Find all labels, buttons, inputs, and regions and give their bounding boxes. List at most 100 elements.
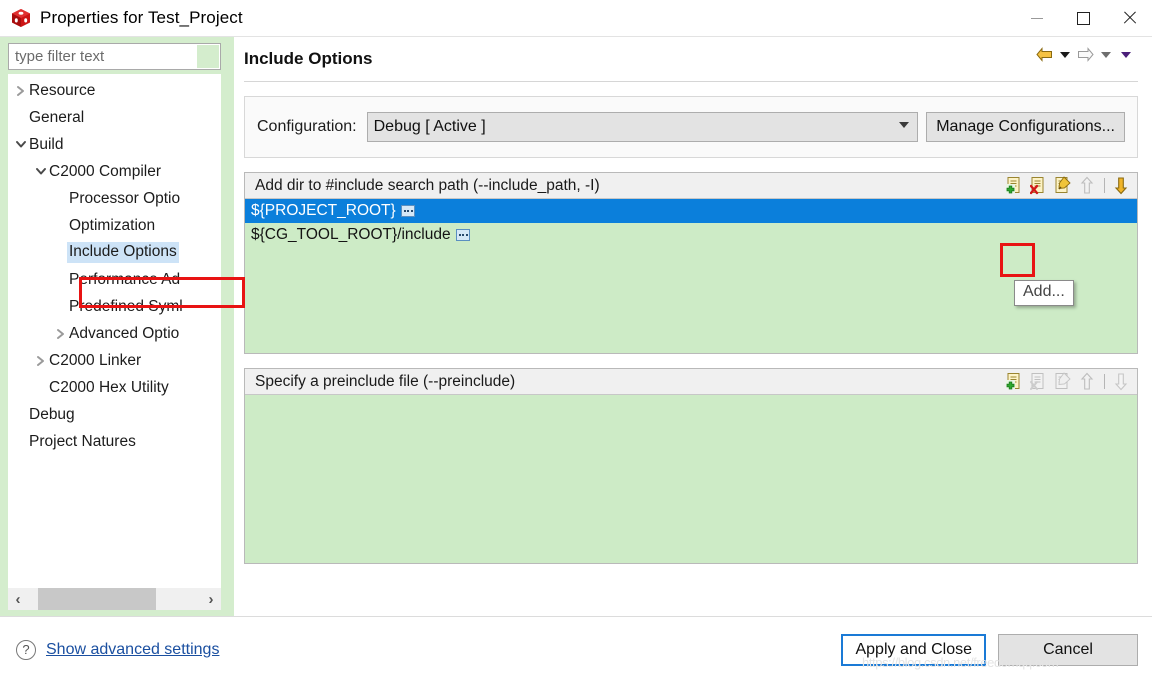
search-input[interactable] bbox=[15, 48, 180, 65]
configuration-value: Debug [ Active ] bbox=[373, 118, 486, 135]
add-button-tooltip: Add... bbox=[1014, 280, 1074, 306]
back-arrow-icon[interactable] bbox=[1036, 47, 1053, 62]
maximize-icon bbox=[1076, 11, 1090, 25]
edit-icon bbox=[1054, 372, 1073, 391]
move-down-icon[interactable] bbox=[1112, 176, 1131, 195]
list-item[interactable]: ${PROJECT_ROOT} bbox=[245, 199, 1137, 223]
window-controls bbox=[1014, 0, 1152, 36]
dialog-footer: ? Show advanced settings Apply and Close… bbox=[0, 616, 1152, 682]
sidebar-item-label: Advanced Optio bbox=[69, 324, 180, 342]
edit-icon[interactable] bbox=[1054, 176, 1073, 195]
sidebar-item-include-options[interactable]: Include Options bbox=[8, 239, 221, 266]
delete-icon bbox=[1030, 372, 1049, 391]
sidebar-item-label: Predefined Syml bbox=[69, 297, 183, 315]
chevron-right-icon bbox=[52, 328, 69, 340]
scrollbar-thumb[interactable] bbox=[38, 588, 156, 610]
view-menu-chevron-down-icon[interactable] bbox=[1121, 51, 1131, 58]
sidebar-item-label: Project Natures bbox=[29, 432, 136, 450]
add-icon[interactable] bbox=[1006, 372, 1025, 391]
page-title: Include Options bbox=[244, 49, 373, 68]
chevron-down-icon bbox=[899, 122, 910, 128]
add-icon[interactable] bbox=[1006, 176, 1025, 195]
sidebar-item-debug[interactable]: Debug bbox=[8, 401, 221, 428]
page-header: Include Options bbox=[244, 37, 1138, 81]
sidebar-item-label: Include Options bbox=[67, 242, 179, 263]
window-title: Properties for Test_Project bbox=[40, 8, 243, 27]
preinclude-header-label: Specify a preinclude file (--preinclude) bbox=[255, 372, 516, 390]
sidebar-item-performance-ad[interactable]: Performance Ad bbox=[8, 266, 221, 293]
include-path-list[interactable]: ${PROJECT_ROOT} ${CG_TOOL_ROOT}/include bbox=[245, 199, 1137, 353]
settings-tree[interactable]: Resource General Build C2000 Compiler Proces… bbox=[8, 74, 221, 588]
close-button[interactable] bbox=[1106, 0, 1152, 36]
scroll-right-button[interactable]: › bbox=[201, 588, 221, 610]
chevron-down-icon bbox=[12, 140, 29, 149]
title-bar: Properties for Test_Project bbox=[0, 0, 1152, 36]
sidebar-item-processor-optio[interactable]: Processor Optio bbox=[8, 185, 221, 212]
sidebar-item-label: General bbox=[29, 108, 85, 126]
list-item-label: ${PROJECT_ROOT} bbox=[251, 202, 396, 219]
red-cube-icon bbox=[10, 7, 32, 29]
include-path-header-label: Add dir to #include search path (--inclu… bbox=[255, 176, 600, 194]
sidebar-item-label: Performance Ad bbox=[69, 270, 181, 288]
move-up-icon bbox=[1078, 372, 1097, 391]
sidebar-item-label: Processor Optio bbox=[69, 189, 181, 207]
configuration-section: Configuration: Debug [ Active ] Manage C… bbox=[244, 96, 1138, 158]
list-item[interactable]: ${CG_TOOL_ROOT}/include bbox=[245, 223, 1137, 247]
sidebar-item-label: Build bbox=[29, 135, 64, 153]
forward-arrow-icon[interactable] bbox=[1077, 47, 1094, 62]
variable-icon bbox=[400, 205, 415, 217]
forward-history-chevron-down-icon[interactable] bbox=[1101, 51, 1111, 58]
sidebar-item-c2000-linker[interactable]: C2000 Linker bbox=[8, 347, 221, 374]
content-pane: Include Options Configuration: Debug [A… bbox=[234, 37, 1152, 616]
move-down-icon bbox=[1112, 372, 1131, 391]
chevron-down-icon bbox=[32, 167, 49, 176]
sidebar-item-c2000-compiler[interactable]: C2000 Compiler bbox=[8, 158, 221, 185]
sidebar-item-advanced-optio[interactable]: Advanced Optio bbox=[8, 320, 221, 347]
filter-box[interactable] bbox=[8, 43, 221, 70]
sidebar-item-project-natures[interactable]: Project Natures bbox=[8, 428, 221, 455]
maximize-button[interactable] bbox=[1060, 0, 1106, 36]
tree-horizontal-scrollbar[interactable]: ‹ › bbox=[8, 588, 221, 610]
chevron-right-icon bbox=[12, 85, 29, 97]
sidebar-item-label: Resource bbox=[29, 81, 96, 99]
toolbar-separator bbox=[1104, 374, 1105, 389]
navigation-pane: Resource General Build C2000 Compiler Proces… bbox=[0, 37, 234, 616]
filter-decoration bbox=[197, 45, 219, 68]
minimize-button[interactable] bbox=[1014, 0, 1060, 36]
toolbar-separator bbox=[1104, 178, 1105, 193]
move-up-icon bbox=[1078, 176, 1097, 195]
close-icon bbox=[1122, 11, 1136, 25]
sidebar-item-label: C2000 Hex Utility bbox=[49, 378, 169, 396]
show-advanced-settings-link[interactable]: Show advanced settings bbox=[46, 641, 219, 659]
preinclude-group: Specify a preinclude file (--preinclude) bbox=[244, 368, 1138, 564]
include-path-group: Add dir to #include search path (--inclu… bbox=[244, 172, 1138, 354]
dialog-body: Resource General Build C2000 Compiler Proces… bbox=[0, 36, 1152, 616]
sidebar-item-general[interactable]: General bbox=[8, 104, 221, 131]
back-history-chevron-down-icon[interactable] bbox=[1060, 51, 1070, 58]
variable-icon bbox=[455, 229, 470, 241]
page-nav-icons bbox=[1036, 47, 1134, 62]
configuration-select[interactable]: Debug [ Active ] bbox=[366, 112, 919, 142]
preinclude-header: Specify a preinclude file (--preinclude) bbox=[245, 369, 1137, 395]
sidebar-item-label: Optimization bbox=[69, 216, 156, 234]
preinclude-toolbar bbox=[1006, 372, 1131, 391]
preinclude-list[interactable] bbox=[245, 395, 1137, 563]
sidebar-item-predefined-syml[interactable]: Predefined Syml bbox=[8, 293, 221, 320]
header-divider bbox=[244, 81, 1138, 82]
question-mark-icon[interactable]: ? bbox=[16, 639, 36, 660]
include-path-header: Add dir to #include search path (--inclu… bbox=[245, 173, 1137, 199]
minimize-icon bbox=[1031, 17, 1043, 19]
configuration-label: Configuration: bbox=[257, 118, 357, 135]
sidebar-item-label: Debug bbox=[29, 405, 75, 423]
properties-dialog: Properties for Test_Project Resource Gene… bbox=[0, 0, 1152, 682]
sidebar-item-optimization[interactable]: Optimization bbox=[8, 212, 221, 239]
sidebar-item-build[interactable]: Build bbox=[8, 131, 221, 158]
scroll-left-button[interactable]: ‹ bbox=[8, 588, 28, 610]
sidebar-item-c2000-hex-utility[interactable]: C2000 Hex Utility bbox=[8, 374, 221, 401]
delete-icon[interactable] bbox=[1029, 176, 1049, 195]
manage-configurations-button[interactable]: Manage Configurations... bbox=[926, 112, 1125, 142]
sidebar-item-resource[interactable]: Resource bbox=[8, 77, 221, 104]
sidebar-item-label: C2000 Linker bbox=[49, 351, 142, 369]
chevron-right-icon bbox=[32, 355, 49, 367]
watermark-text: https://blog.csdn.net/freedomqq.com bbox=[862, 655, 1059, 670]
